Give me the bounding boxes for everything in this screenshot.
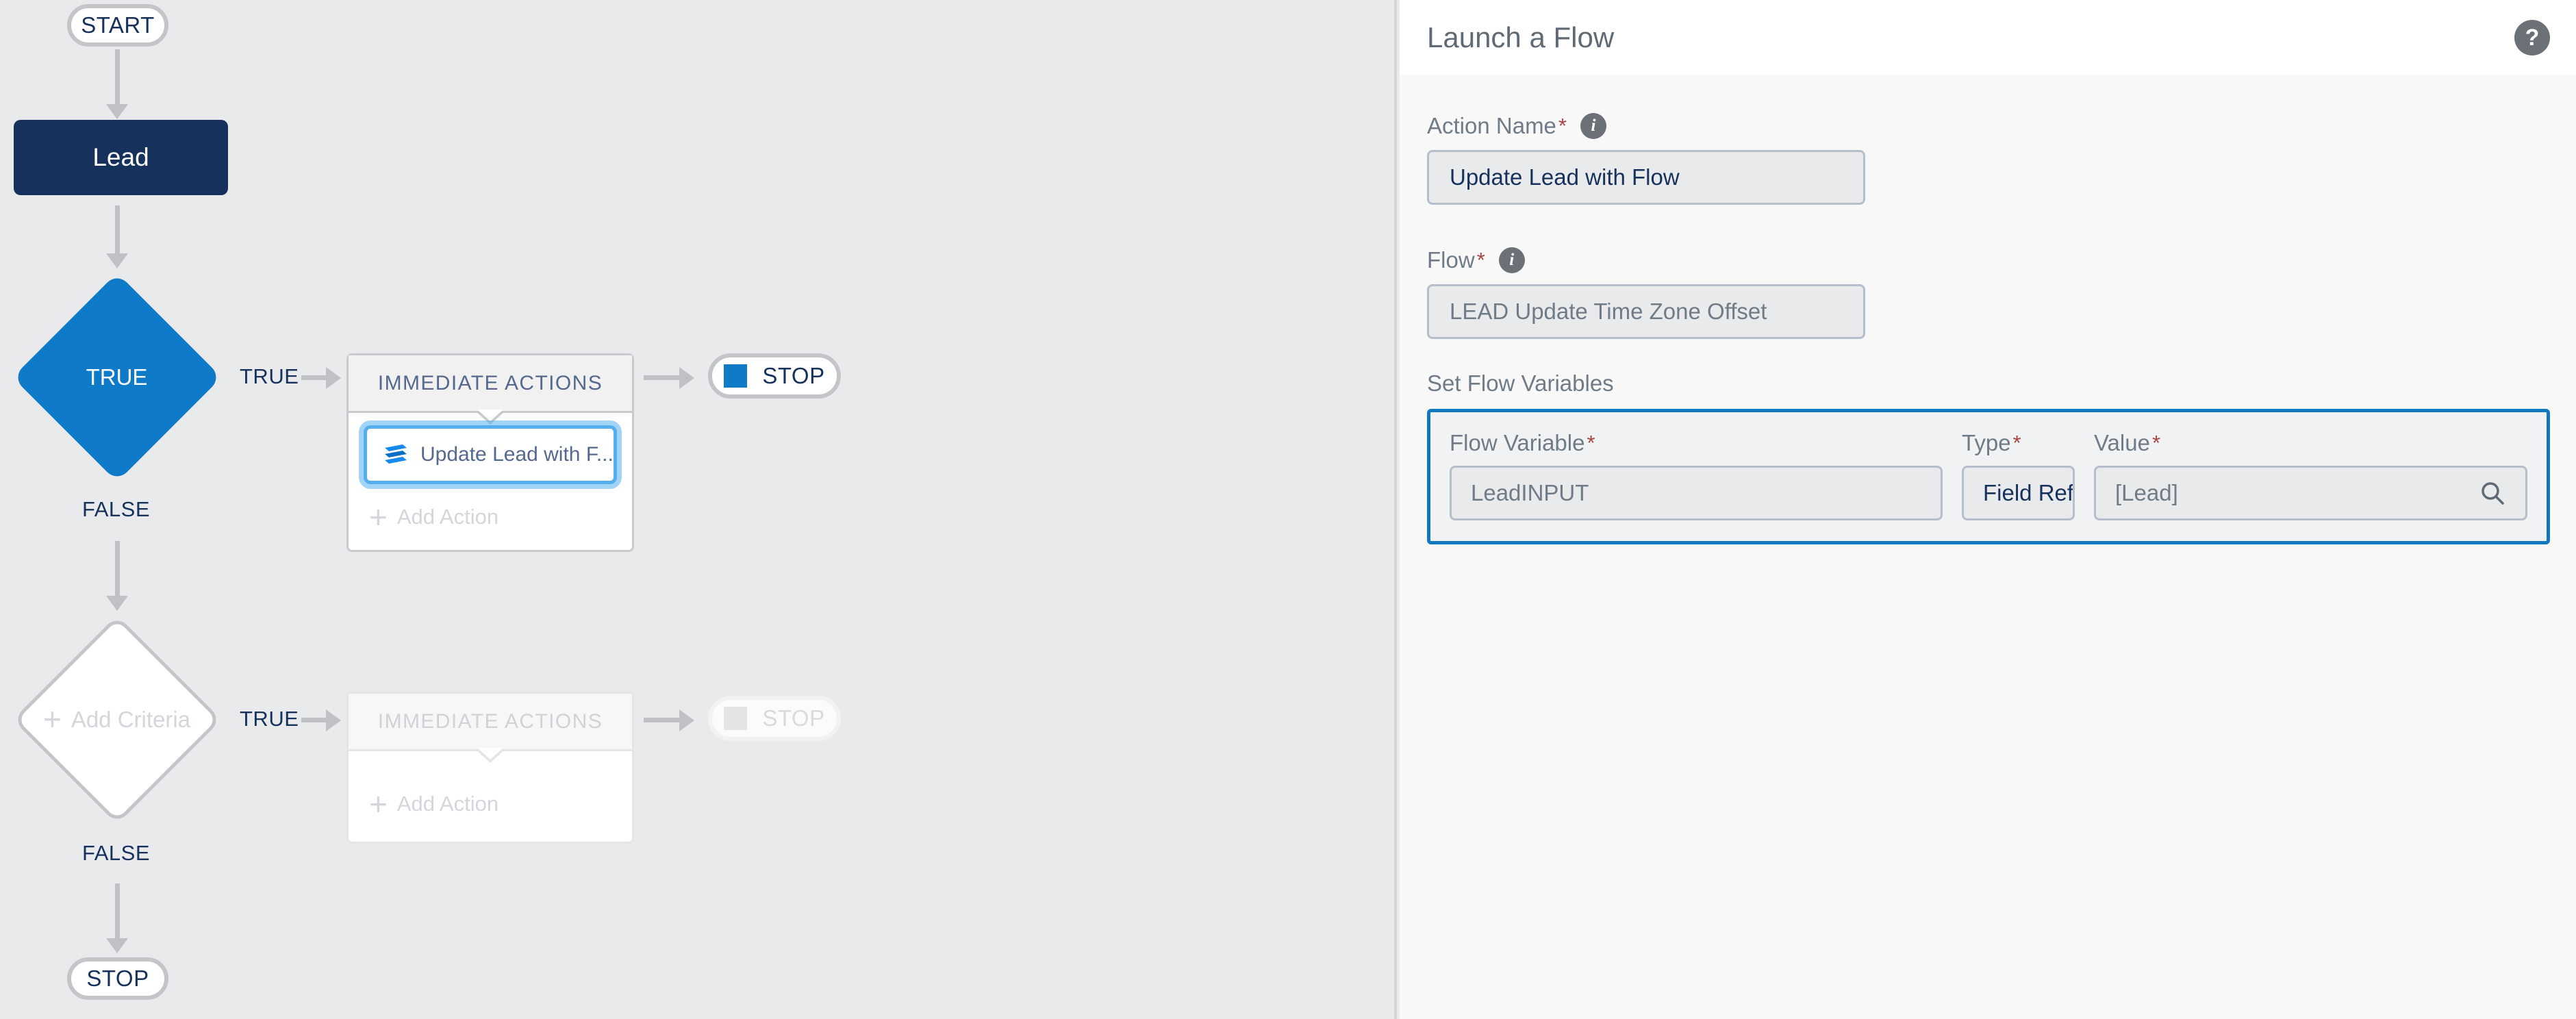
flow-canvas[interactable]: START Lead TRUE TRUE FALSE IMMEDIATE ACT… bbox=[0, 0, 1397, 1019]
type-label-row: Type * bbox=[1962, 430, 2075, 456]
required-asterisk: * bbox=[1587, 431, 1595, 455]
stop-node-3[interactable]: STOP bbox=[67, 957, 168, 1000]
arrowhead-start-to-lead bbox=[106, 104, 128, 119]
set-flow-variables-label: Set Flow Variables bbox=[1427, 370, 1614, 396]
action-name-label: Action Name bbox=[1427, 113, 1556, 138]
arrowhead-criteria1-false bbox=[106, 596, 128, 611]
criteria-2-label-wrap: + Add Criteria bbox=[42, 701, 191, 738]
immediate-actions-2-header: IMMEDIATE ACTIONS bbox=[349, 694, 632, 763]
type-select[interactable]: Field Reference bbox=[1962, 466, 2075, 520]
connector-lead-to-criteria1 bbox=[115, 205, 120, 259]
criteria-2-label: Add Criteria bbox=[71, 706, 191, 732]
value-label: Value bbox=[2094, 430, 2150, 455]
add-action-button-2[interactable]: + Add Action bbox=[349, 766, 632, 842]
properties-panel: Launch a Flow ? Action Name * i Update L… bbox=[1400, 0, 2576, 1019]
required-asterisk: * bbox=[1558, 114, 1567, 138]
flow-variables-row[interactable]: Flow Variable * LeadINPUT Type * Field R… bbox=[1427, 409, 2550, 544]
required-asterisk: * bbox=[2012, 431, 2021, 455]
stop-node-3-label: STOP bbox=[86, 966, 149, 991]
search-icon[interactable] bbox=[2479, 479, 2506, 507]
flow-input[interactable]: LEAD Update Time Zone Offset bbox=[1427, 284, 1865, 339]
flow-variable-column: Flow Variable * LeadINPUT bbox=[1450, 430, 1943, 520]
connector-panel2-to-stop2 bbox=[644, 718, 683, 722]
connector-start-to-lead bbox=[115, 49, 120, 110]
flow-variable-label: Flow Variable bbox=[1450, 430, 1585, 455]
criteria-1-true-label: TRUE bbox=[240, 364, 299, 388]
panel-body: Action Name * i Update Lead with Flow Fl… bbox=[1400, 75, 2576, 544]
plus-icon: + bbox=[369, 785, 388, 822]
flow-value: LEAD Update Time Zone Offset bbox=[1450, 299, 1767, 324]
page-title: Launch a Flow bbox=[1427, 21, 1615, 53]
type-column: Type * Field Reference bbox=[1962, 430, 2075, 520]
start-node-label: START bbox=[81, 12, 155, 38]
panel-notch-icon bbox=[475, 410, 505, 425]
immediate-actions-panel-1[interactable]: IMMEDIATE ACTIONS Update Lead with F... … bbox=[346, 353, 634, 552]
value-input[interactable]: [Lead] bbox=[2094, 466, 2527, 520]
criteria-node-1[interactable]: TRUE bbox=[12, 272, 222, 482]
panel-header: Launch a Flow ? bbox=[1400, 0, 2576, 75]
criteria-1-false-label: FALSE bbox=[82, 497, 150, 521]
value-label-row: Value * bbox=[2094, 430, 2527, 456]
action-chip-update-lead-with-flow[interactable]: Update Lead with F... bbox=[364, 425, 617, 484]
add-action-label-2: Add Action bbox=[396, 792, 499, 816]
add-action-label-1: Add Action bbox=[396, 505, 499, 529]
flow-variable-value: LeadINPUT bbox=[1471, 480, 1589, 505]
type-label: Type bbox=[1962, 430, 2011, 455]
stop-swatch-icon bbox=[724, 707, 748, 730]
flow-variable-label-row: Flow Variable * bbox=[1450, 430, 1943, 456]
criteria-2-false-label: FALSE bbox=[82, 841, 150, 865]
stop-node-2-label: STOP bbox=[762, 705, 825, 731]
stop-node-2[interactable]: STOP bbox=[708, 696, 841, 741]
criteria-2-true-label: TRUE bbox=[240, 707, 299, 731]
immediate-actions-1-header-label: IMMEDIATE ACTIONS bbox=[377, 371, 603, 394]
arrowhead-criteria2-false bbox=[106, 938, 128, 953]
arrowhead-lead-to-criteria1 bbox=[106, 253, 128, 268]
arrowhead-panel2-to-stop2 bbox=[679, 709, 694, 731]
action-name-input[interactable]: Update Lead with Flow bbox=[1427, 150, 1865, 205]
app-root: START Lead TRUE TRUE FALSE IMMEDIATE ACT… bbox=[0, 0, 2576, 1019]
value-column: Value * [Lead] bbox=[2094, 430, 2527, 520]
add-action-button-1[interactable]: + Add Action bbox=[349, 484, 632, 550]
required-asterisk: * bbox=[2151, 431, 2161, 455]
connector-criteria1-false bbox=[115, 541, 120, 601]
stop-node-1[interactable]: STOP bbox=[708, 353, 841, 399]
flow-label: Flow bbox=[1427, 247, 1475, 273]
start-node[interactable]: START bbox=[67, 4, 168, 47]
plus-icon: + bbox=[42, 701, 62, 738]
arrowhead-criteria1-true bbox=[326, 367, 341, 389]
action-name-label-row: Action Name * i bbox=[1427, 113, 2576, 139]
arrowhead-criteria2-true bbox=[326, 709, 341, 731]
connector-panel1-to-stop1 bbox=[644, 375, 683, 380]
flow-icon bbox=[382, 443, 409, 466]
action-name-value: Update Lead with Flow bbox=[1450, 164, 1680, 190]
plus-icon: + bbox=[369, 499, 388, 535]
info-icon[interactable]: i bbox=[1498, 247, 1525, 273]
info-icon[interactable]: i bbox=[1580, 113, 1606, 139]
immediate-actions-1-header: IMMEDIATE ACTIONS bbox=[349, 355, 632, 425]
immediate-actions-panel-2[interactable]: IMMEDIATE ACTIONS + Add Action bbox=[346, 692, 634, 844]
immediate-actions-2-header-label: IMMEDIATE ACTIONS bbox=[377, 709, 603, 733]
criteria-node-2-add-criteria[interactable]: + Add Criteria bbox=[12, 614, 222, 825]
stop-node-1-label: STOP bbox=[762, 363, 825, 388]
criteria-1-label: TRUE bbox=[86, 364, 148, 390]
object-node-lead[interactable]: Lead bbox=[14, 120, 228, 195]
required-asterisk: * bbox=[1476, 248, 1485, 272]
stop-swatch-icon bbox=[724, 364, 748, 388]
flow-variable-input[interactable]: LeadINPUT bbox=[1450, 466, 1943, 520]
panel-notch-icon bbox=[475, 748, 505, 763]
object-node-label: Lead bbox=[92, 143, 149, 171]
help-icon[interactable]: ? bbox=[2514, 20, 2550, 55]
action-chip-label: Update Lead with F... bbox=[420, 443, 614, 466]
flow-label-row: Flow * i bbox=[1427, 247, 2576, 273]
type-value: Field Reference bbox=[1983, 480, 2074, 505]
arrowhead-panel1-to-stop1 bbox=[679, 367, 694, 389]
connector-criteria2-false bbox=[115, 883, 120, 944]
value-text: [Lead] bbox=[2115, 480, 2178, 505]
